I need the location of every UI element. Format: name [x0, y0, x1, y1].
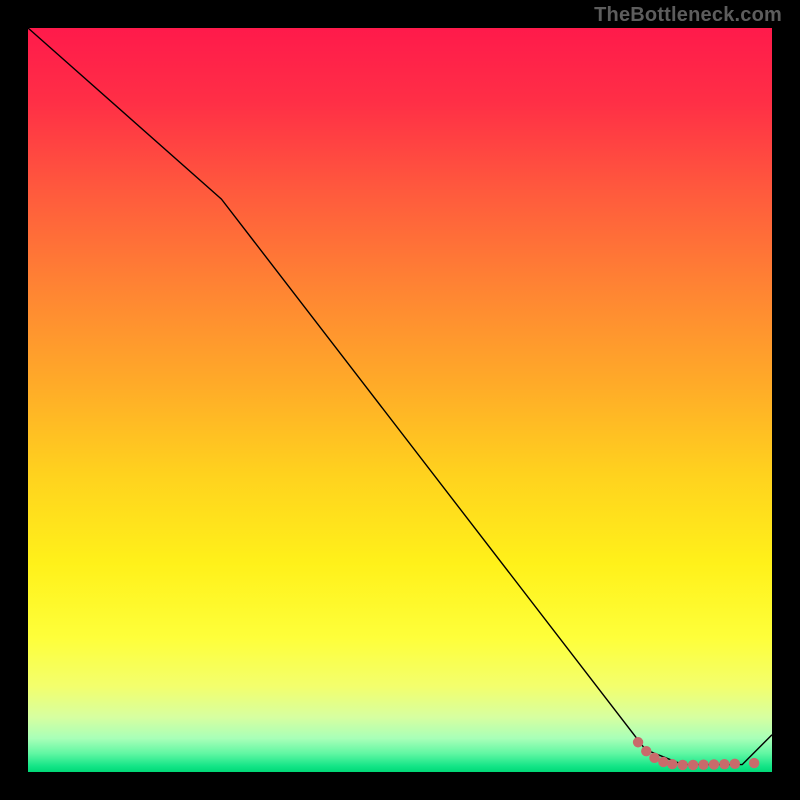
floor-dot	[698, 760, 708, 770]
chart-stage: TheBottleneck.com	[0, 0, 800, 800]
floor-dot	[678, 760, 688, 770]
chart-svg	[28, 28, 772, 772]
floor-dot	[730, 759, 740, 769]
floor-dot	[719, 759, 729, 769]
floor-dot	[641, 746, 651, 756]
floor-dot	[749, 758, 759, 768]
floor-dot	[688, 760, 698, 770]
floor-dot	[667, 759, 677, 769]
floor-dot	[709, 759, 719, 769]
gradient-background	[28, 28, 772, 772]
plot-area	[28, 28, 772, 772]
watermark-text: TheBottleneck.com	[594, 4, 782, 27]
floor-dot	[658, 757, 668, 767]
floor-dot	[649, 753, 659, 763]
floor-dot	[633, 737, 643, 747]
